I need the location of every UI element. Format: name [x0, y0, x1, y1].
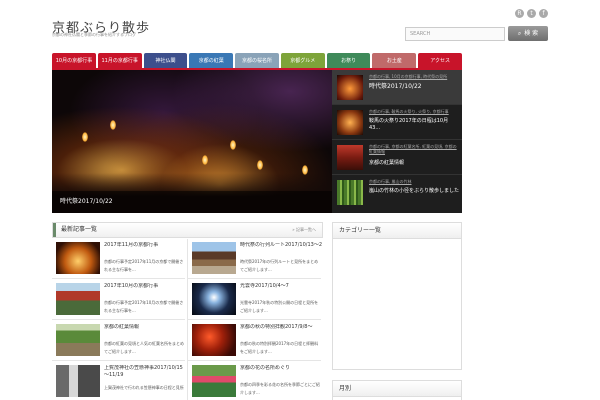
torch-flame: [82, 132, 88, 142]
post-excerpt: 京都の行事予定2017年10月の京都で開催される主な行事を...: [104, 300, 184, 313]
nav-item-cherry-blossoms[interactable]: 京都の桜名所: [235, 53, 279, 69]
post-thumbnail[interactable]: [192, 283, 236, 315]
slider-thumbnail: [337, 180, 363, 205]
post-title[interactable]: 光雲寺2017/10/4～7: [240, 283, 322, 290]
post-title[interactable]: 京都の秋の特別拝観2017/9/8～: [240, 324, 322, 331]
post-card[interactable]: 2017年11月の京都行事 京都の行事予定2017年11月の京都で開催される主な…: [52, 239, 185, 279]
latest-posts-header: 最新記事一覧 » 記事一覧へ: [52, 222, 323, 238]
nav-item-access[interactable]: アクセス: [418, 53, 463, 69]
post-excerpt: 時代祭2017年の行列ルートと見所をまとめてご紹介します...: [240, 259, 319, 272]
search-button-label: 検 索: [524, 30, 539, 37]
nav-item-shrines-temples[interactable]: 神社仏閣: [143, 53, 188, 69]
post-thumbnail[interactable]: [192, 242, 236, 274]
post-title[interactable]: 上賀茂神社の笠懸神事2017/10/15～11/19: [104, 365, 186, 379]
slider-item-title[interactable]: 京都の紅葉情報: [369, 160, 459, 167]
post-thumbnail[interactable]: [56, 365, 100, 397]
archive-widget-title: 月別: [333, 381, 461, 397]
torch-flame: [202, 155, 208, 165]
slider-item[interactable]: 京都の行事, 10月の京都行事, 時代祭の見所 時代祭2017/10/22: [332, 70, 462, 105]
post-title[interactable]: 京都の紅葉情報: [104, 324, 186, 331]
post-excerpt: 京都の四季を彩る花の名所を季節ごとにご紹介します...: [240, 382, 320, 395]
search-input[interactable]: SEARCH: [405, 27, 505, 41]
post-card[interactable]: 2017年10月の京都行事 京都の行事予定2017年10月の京都で開催される主な…: [52, 280, 185, 320]
slider-item[interactable]: 京都の行事, 京都の紅葉名所, 紅葉の見頃, 京都の紅葉情報 京都の紅葉情報: [332, 140, 462, 175]
slider-thumbnail-list: 京都の行事, 10月の京都行事, 時代祭の見所 時代祭2017/10/22 京都…: [332, 70, 462, 213]
torch-flame: [110, 120, 116, 130]
post-excerpt: 光雲寺2017年秋の特別公開の日程と見所をご紹介します...: [240, 300, 319, 313]
post-card[interactable]: 京都の紅葉情報 京都の紅葉の見頃と人気の紅葉名所をまとめてご紹介します...: [52, 321, 185, 361]
post-card[interactable]: 上賀茂神社の笠懸神事2017/10/15～11/19 上賀茂神社で行われる笠懸神…: [52, 362, 185, 400]
slider-item-categories[interactable]: 京都の行事, 鞍馬の火祭り, 火祭り, 京都行事: [369, 109, 457, 114]
post-thumbnail[interactable]: [56, 283, 100, 315]
post-card[interactable]: 光雲寺2017/10/4～7 光雲寺2017年秋の特別公開の日程と見所をご紹介し…: [188, 280, 321, 320]
nav-item-festivals[interactable]: お祭り: [326, 53, 371, 69]
slider-thumbnail: [337, 145, 363, 170]
hero-caption[interactable]: 時代祭2017/10/22: [52, 191, 332, 213]
search-button[interactable]: ⌕ 検 索: [508, 26, 548, 41]
post-thumbnail[interactable]: [192, 365, 236, 397]
slider-item[interactable]: 京都の行事, 嵐山の竹林 嵐山の竹林の小径をぶらり散歩しました: [332, 175, 462, 210]
torch-flame: [257, 160, 263, 170]
nav-item-autumn-leaves[interactable]: 京都の紅葉: [189, 53, 234, 69]
twitter-icon[interactable]: t: [527, 9, 536, 18]
post-title[interactable]: 2017年11月の京都行事: [104, 242, 186, 249]
slider-item-title[interactable]: 嵐山の竹林の小径をぶらり散歩しました: [369, 188, 459, 195]
hero-slide-image[interactable]: 時代祭2017/10/22: [52, 70, 332, 213]
archive-widget: 月別: [332, 380, 462, 400]
all-posts-link[interactable]: » 記事一覧へ: [292, 223, 316, 237]
post-excerpt: 上賀茂神社で行われる笠懸神事の日程と見所をご紹介します...: [104, 385, 184, 390]
slider-item-categories[interactable]: 京都の行事, 嵐山の竹林: [369, 179, 457, 184]
post-title[interactable]: 時代祭の行列ルート2017/10/13～22: [240, 242, 322, 249]
search-icon: ⌕: [517, 30, 522, 37]
nav-item-souvenirs[interactable]: お土産: [372, 53, 417, 69]
post-card[interactable]: 時代祭の行列ルート2017/10/13～22 時代祭2017年の行列ルートと見所…: [188, 239, 322, 279]
slider-item-title[interactable]: 時代祭2017/10/22: [369, 83, 459, 90]
post-thumbnail[interactable]: [56, 324, 100, 356]
slider-thumbnail: [337, 110, 363, 135]
nav-item-gourmet[interactable]: 京都グルメ: [280, 53, 325, 69]
torch-flame: [230, 140, 236, 150]
post-excerpt: 京都の秋の特別拝観2017年の日程と拝観料をご紹介します...: [240, 341, 319, 354]
category-widget: カテゴリー一覧: [332, 222, 462, 370]
social-links: R t f: [515, 9, 548, 18]
post-excerpt: 京都の行事予定2017年11月の京都で開催される主な行事を...: [104, 259, 184, 272]
nav-item-november-events[interactable]: 11月の京都行事: [97, 53, 142, 69]
post-title[interactable]: 2017年10月の京都行事: [104, 283, 186, 290]
category-widget-title: カテゴリー一覧: [333, 223, 461, 239]
slider-item-categories[interactable]: 京都の行事, 10月の京都行事, 時代祭の見所: [369, 74, 457, 79]
facebook-icon[interactable]: f: [539, 9, 548, 18]
nav-item-october-events[interactable]: 10月の京都行事: [52, 53, 96, 69]
slider-item-title[interactable]: 鞍馬の火祭り2017年の日程は10月43...: [369, 118, 459, 132]
post-excerpt: 京都の紅葉の見頃と人気の紅葉名所をまとめてご紹介します...: [104, 341, 184, 354]
post-title[interactable]: 京都の花の名所めぐり: [240, 365, 322, 372]
latest-posts-title: 最新記事一覧: [61, 226, 98, 233]
site-description: 京都の神社仏閣と季節の行事を紹介するブログ: [52, 32, 136, 37]
post-thumbnail[interactable]: [192, 324, 236, 356]
post-card[interactable]: 京都の花の名所めぐり 京都の四季を彩る花の名所を季節ごとにご紹介します...: [188, 362, 321, 400]
post-card[interactable]: 京都の秋の特別拝観2017/9/8～ 京都の秋の特別拝観2017年の日程と拝観料…: [188, 321, 321, 361]
slider-item-categories[interactable]: 京都の行事, 京都の紅葉名所, 紅葉の見頃, 京都の紅葉情報: [369, 144, 457, 154]
main-navigation: 10月の京都行事 11月の京都行事 神社仏閣 京都の紅葉 京都の桜名所 京都グル…: [52, 53, 463, 69]
post-thumbnail[interactable]: [56, 242, 100, 274]
slider-item[interactable]: 京都の行事, 鞍馬の火祭り, 火祭り, 京都行事 鞍馬の火祭り2017年の日程は…: [332, 105, 462, 140]
rss-icon[interactable]: R: [515, 9, 524, 18]
slider-thumbnail: [337, 75, 363, 100]
